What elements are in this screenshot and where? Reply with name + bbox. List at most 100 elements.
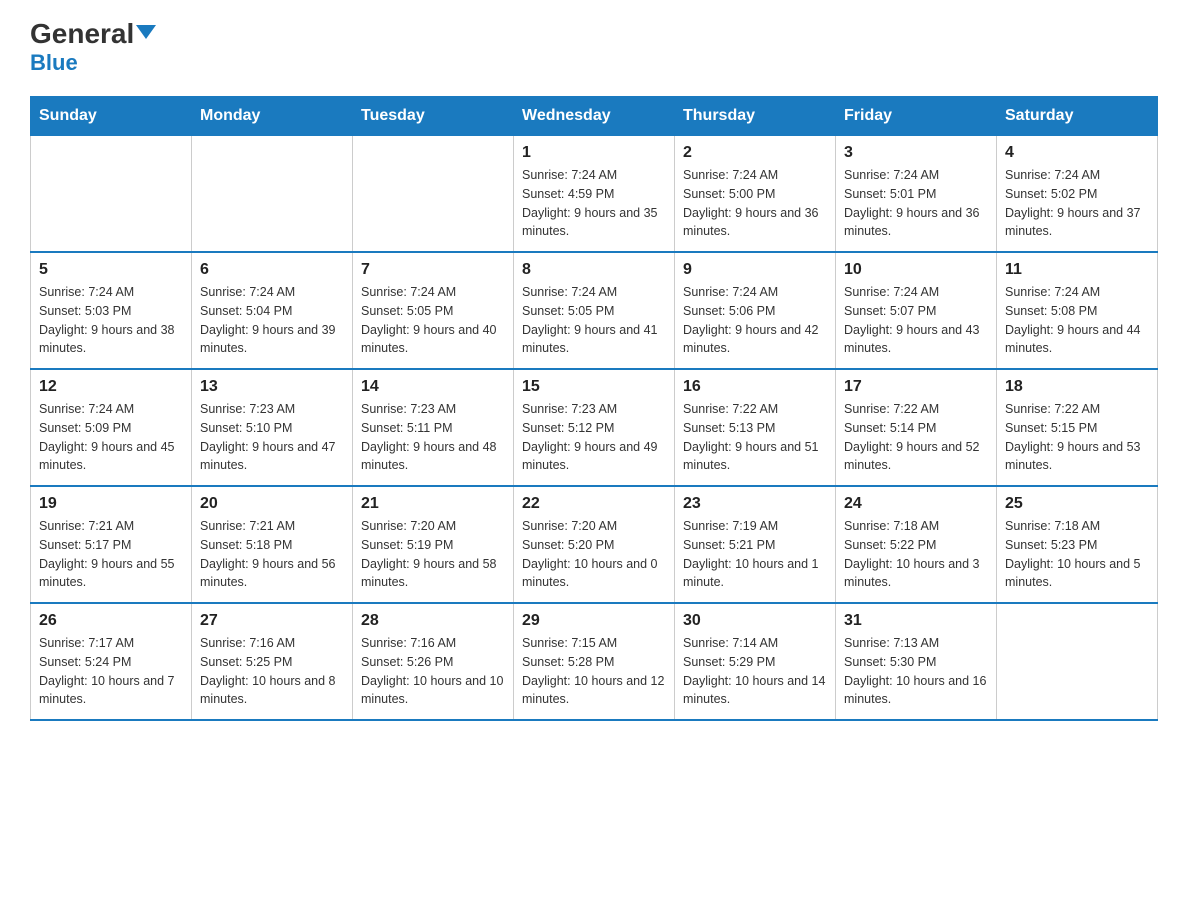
day-info: Sunrise: 7:15 AM Sunset: 5:28 PM Dayligh… <box>522 634 666 709</box>
calendar-cell: 25 Sunrise: 7:18 AM Sunset: 5:23 PM Dayli… <box>997 486 1158 603</box>
day-info: Sunrise: 7:22 AM Sunset: 5:13 PM Dayligh… <box>683 400 827 475</box>
day-info: Sunrise: 7:18 AM Sunset: 5:22 PM Dayligh… <box>844 517 988 592</box>
calendar-cell <box>997 603 1158 720</box>
day-info: Sunrise: 7:24 AM Sunset: 5:08 PM Dayligh… <box>1005 283 1149 358</box>
day-number: 20 <box>200 495 344 513</box>
day-info: Sunrise: 7:24 AM Sunset: 5:02 PM Dayligh… <box>1005 166 1149 241</box>
calendar-cell: 17 Sunrise: 7:22 AM Sunset: 5:14 PM Dayli… <box>836 369 997 486</box>
calendar-cell: 15 Sunrise: 7:23 AM Sunset: 5:12 PM Dayli… <box>514 369 675 486</box>
day-number: 30 <box>683 612 827 630</box>
calendar-week-4: 19Sunrise: 7:21 AM Sunset: 5:17 PM Dayli… <box>31 486 1158 603</box>
day-info: Sunrise: 7:22 AM Sunset: 5:14 PM Dayligh… <box>844 400 988 475</box>
day-number: 29 <box>522 612 666 630</box>
calendar-week-1: 1 Sunrise: 7:24 AM Sunset: 4:59 PM Daylig… <box>31 136 1158 253</box>
day-info: Sunrise: 7:24 AM Sunset: 5:09 PM Dayligh… <box>39 400 183 475</box>
calendar-cell: 31Sunrise: 7:13 AM Sunset: 5:30 PM Dayli… <box>836 603 997 720</box>
column-header-thursday: Thursday <box>675 97 836 136</box>
day-number: 9 <box>683 261 827 279</box>
calendar-header: SundayMondayTuesdayWednesdayThursdayFrid… <box>31 97 1158 136</box>
calendar-cell: 13 Sunrise: 7:23 AM Sunset: 5:10 PM Dayli… <box>192 369 353 486</box>
day-info: Sunrise: 7:16 AM Sunset: 5:25 PM Dayligh… <box>200 634 344 709</box>
day-info: Sunrise: 7:22 AM Sunset: 5:15 PM Dayligh… <box>1005 400 1149 475</box>
day-info: Sunrise: 7:18 AM Sunset: 5:23 PM Dayligh… <box>1005 517 1149 592</box>
day-info: Sunrise: 7:24 AM Sunset: 5:01 PM Dayligh… <box>844 166 988 241</box>
day-number: 22 <box>522 495 666 513</box>
column-header-saturday: Saturday <box>997 97 1158 136</box>
day-number: 6 <box>200 261 344 279</box>
day-number: 1 <box>522 144 666 162</box>
day-info: Sunrise: 7:24 AM Sunset: 4:59 PM Dayligh… <box>522 166 666 241</box>
logo-text-general: General <box>30 20 134 48</box>
day-info: Sunrise: 7:19 AM Sunset: 5:21 PM Dayligh… <box>683 517 827 592</box>
calendar-cell: 12 Sunrise: 7:24 AM Sunset: 5:09 PM Dayli… <box>31 369 192 486</box>
day-info: Sunrise: 7:17 AM Sunset: 5:24 PM Dayligh… <box>39 634 183 709</box>
calendar-cell <box>353 136 514 253</box>
day-number: 24 <box>844 495 988 513</box>
day-number: 10 <box>844 261 988 279</box>
calendar-cell: 14 Sunrise: 7:23 AM Sunset: 5:11 PM Dayli… <box>353 369 514 486</box>
calendar-cell: 4 Sunrise: 7:24 AM Sunset: 5:02 PM Daylig… <box>997 136 1158 253</box>
calendar-week-3: 12 Sunrise: 7:24 AM Sunset: 5:09 PM Dayli… <box>31 369 1158 486</box>
day-number: 18 <box>1005 378 1149 396</box>
day-number: 15 <box>522 378 666 396</box>
day-number: 2 <box>683 144 827 162</box>
column-header-sunday: Sunday <box>31 97 192 136</box>
day-number: 16 <box>683 378 827 396</box>
calendar-table: SundayMondayTuesdayWednesdayThursdayFrid… <box>30 96 1158 721</box>
day-info: Sunrise: 7:14 AM Sunset: 5:29 PM Dayligh… <box>683 634 827 709</box>
day-info: Sunrise: 7:23 AM Sunset: 5:11 PM Dayligh… <box>361 400 505 475</box>
day-number: 4 <box>1005 144 1149 162</box>
calendar-cell: 9 Sunrise: 7:24 AM Sunset: 5:06 PM Daylig… <box>675 252 836 369</box>
calendar-cell: 22 Sunrise: 7:20 AM Sunset: 5:20 PM Dayli… <box>514 486 675 603</box>
calendar-cell: 26 Sunrise: 7:17 AM Sunset: 5:24 PM Dayli… <box>31 603 192 720</box>
calendar-week-5: 26 Sunrise: 7:17 AM Sunset: 5:24 PM Dayli… <box>31 603 1158 720</box>
calendar-cell: 2 Sunrise: 7:24 AM Sunset: 5:00 PM Daylig… <box>675 136 836 253</box>
day-info: Sunrise: 7:24 AM Sunset: 5:05 PM Dayligh… <box>522 283 666 358</box>
day-info: Sunrise: 7:20 AM Sunset: 5:20 PM Dayligh… <box>522 517 666 592</box>
calendar-cell: 30 Sunrise: 7:14 AM Sunset: 5:29 PM Dayli… <box>675 603 836 720</box>
day-number: 31 <box>844 612 988 630</box>
day-number: 14 <box>361 378 505 396</box>
calendar-cell: 8Sunrise: 7:24 AM Sunset: 5:05 PM Daylig… <box>514 252 675 369</box>
day-number: 12 <box>39 378 183 396</box>
day-number: 13 <box>200 378 344 396</box>
calendar-cell: 28 Sunrise: 7:16 AM Sunset: 5:26 PM Dayli… <box>353 603 514 720</box>
calendar-week-2: 5 Sunrise: 7:24 AM Sunset: 5:03 PM Daylig… <box>31 252 1158 369</box>
day-number: 25 <box>1005 495 1149 513</box>
day-number: 11 <box>1005 261 1149 279</box>
logo: General Blue <box>30 20 156 76</box>
calendar-cell: 7 Sunrise: 7:24 AM Sunset: 5:05 PM Daylig… <box>353 252 514 369</box>
calendar-cell: 24 Sunrise: 7:18 AM Sunset: 5:22 PM Dayli… <box>836 486 997 603</box>
calendar-cell: 16 Sunrise: 7:22 AM Sunset: 5:13 PM Dayli… <box>675 369 836 486</box>
day-number: 28 <box>361 612 505 630</box>
calendar-cell: 1 Sunrise: 7:24 AM Sunset: 4:59 PM Daylig… <box>514 136 675 253</box>
day-info: Sunrise: 7:23 AM Sunset: 5:12 PM Dayligh… <box>522 400 666 475</box>
calendar-cell: 3Sunrise: 7:24 AM Sunset: 5:01 PM Daylig… <box>836 136 997 253</box>
calendar-cell: 10Sunrise: 7:24 AM Sunset: 5:07 PM Dayli… <box>836 252 997 369</box>
column-header-wednesday: Wednesday <box>514 97 675 136</box>
day-info: Sunrise: 7:21 AM Sunset: 5:17 PM Dayligh… <box>39 517 183 592</box>
day-number: 5 <box>39 261 183 279</box>
day-number: 7 <box>361 261 505 279</box>
day-number: 26 <box>39 612 183 630</box>
day-number: 21 <box>361 495 505 513</box>
column-header-friday: Friday <box>836 97 997 136</box>
calendar-cell: 23 Sunrise: 7:19 AM Sunset: 5:21 PM Dayli… <box>675 486 836 603</box>
day-info: Sunrise: 7:24 AM Sunset: 5:05 PM Dayligh… <box>361 283 505 358</box>
day-info: Sunrise: 7:24 AM Sunset: 5:03 PM Dayligh… <box>39 283 183 358</box>
calendar-cell: 19Sunrise: 7:21 AM Sunset: 5:17 PM Dayli… <box>31 486 192 603</box>
day-info: Sunrise: 7:16 AM Sunset: 5:26 PM Dayligh… <box>361 634 505 709</box>
calendar-cell: 18 Sunrise: 7:22 AM Sunset: 5:15 PM Dayli… <box>997 369 1158 486</box>
column-header-monday: Monday <box>192 97 353 136</box>
day-info: Sunrise: 7:24 AM Sunset: 5:06 PM Dayligh… <box>683 283 827 358</box>
day-info: Sunrise: 7:23 AM Sunset: 5:10 PM Dayligh… <box>200 400 344 475</box>
day-number: 17 <box>844 378 988 396</box>
day-number: 23 <box>683 495 827 513</box>
calendar-cell <box>192 136 353 253</box>
calendar-cell: 11 Sunrise: 7:24 AM Sunset: 5:08 PM Dayli… <box>997 252 1158 369</box>
calendar-cell: 21 Sunrise: 7:20 AM Sunset: 5:19 PM Dayli… <box>353 486 514 603</box>
day-info: Sunrise: 7:20 AM Sunset: 5:19 PM Dayligh… <box>361 517 505 592</box>
day-info: Sunrise: 7:24 AM Sunset: 5:04 PM Dayligh… <box>200 283 344 358</box>
day-info: Sunrise: 7:24 AM Sunset: 5:00 PM Dayligh… <box>683 166 827 241</box>
calendar-cell: 6 Sunrise: 7:24 AM Sunset: 5:04 PM Daylig… <box>192 252 353 369</box>
